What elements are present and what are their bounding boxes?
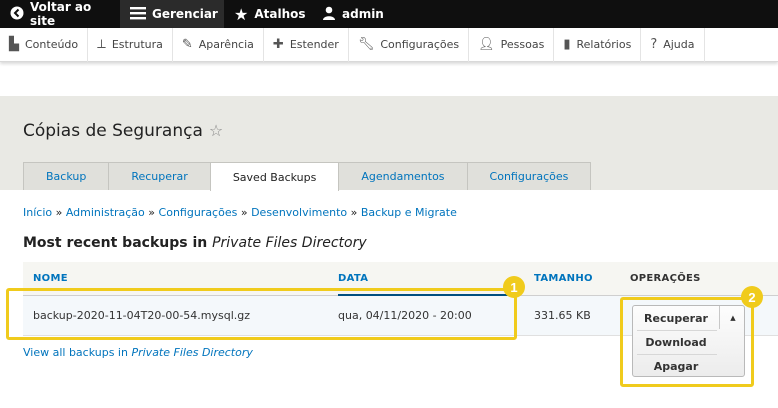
content-icon: ▙	[9, 37, 19, 52]
breadcrumb-link-configuracoes[interactable]: Configurações	[159, 206, 238, 219]
manage-tray-button[interactable]: Gerenciar	[120, 0, 224, 28]
user-tray-button[interactable]: admin	[312, 0, 392, 28]
shortcuts-tray-button[interactable]: ★ Atalhos	[224, 0, 312, 28]
tab-backup[interactable]: Backup	[23, 162, 110, 190]
tab-saved-backups[interactable]: Saved Backups	[209, 162, 340, 191]
back-to-site-link[interactable]: Voltar ao site	[0, 0, 120, 28]
callout-badge-2: 2	[741, 286, 763, 308]
column-header-nome[interactable]: NOME	[33, 273, 68, 284]
menu-item-estender[interactable]: ✚ Estender	[264, 27, 349, 62]
menu-icon	[130, 6, 146, 23]
menu-item-pessoas[interactable]: 👤︎ Pessoas	[469, 27, 555, 62]
backup-size: 331.65 KB	[534, 309, 591, 322]
tab-agendamentos[interactable]: Agendamentos	[338, 162, 468, 190]
column-header-operacoes: OPERAÇÕES	[630, 273, 701, 284]
back-circle-icon	[10, 6, 24, 23]
menu-item-ajuda[interactable]: ? Ajuda	[641, 27, 705, 62]
breadcrumb-link-inicio[interactable]: Início	[23, 206, 52, 219]
wrench-icon: 🔧︎	[357, 37, 375, 52]
shortcut-star-icon[interactable]: ☆	[209, 121, 223, 140]
page-title: Cópias de Segurança ☆	[23, 121, 224, 141]
people-icon: 👤︎	[478, 37, 495, 52]
appearance-icon: ✎	[181, 37, 193, 52]
breadcrumb-link-backup-migrate[interactable]: Backup e Migrate	[361, 206, 457, 219]
star-icon: ★	[234, 4, 249, 24]
extend-icon: ✚	[272, 37, 284, 52]
reports-icon: ▮	[563, 37, 571, 52]
primary-tabs: Backup Recuperar Saved Backups Agendamen…	[23, 162, 592, 191]
menu-item-estrutura[interactable]: ⟂ Estrutura	[88, 27, 173, 62]
tab-recuperar[interactable]: Recuperar	[108, 162, 211, 190]
menu-item-aparencia[interactable]: ✎ Aparência	[173, 27, 264, 62]
admin-toolbar: Voltar ao site Gerenciar ★ Atalhos admin	[0, 0, 778, 28]
highlight-box-1	[6, 288, 517, 340]
breadcrumb: Início » Administração » Configurações »…	[23, 206, 457, 219]
column-header-data[interactable]: DATA	[338, 273, 368, 284]
view-all-backups-link[interactable]: View all backups in Private Files Direct…	[23, 346, 253, 359]
highlight-box-2	[620, 297, 754, 387]
callout-badge-1: 1	[503, 276, 525, 298]
section-heading: Most recent backups in Private Files Dir…	[23, 235, 367, 251]
help-icon: ?	[650, 37, 658, 52]
user-icon	[322, 6, 336, 23]
menu-item-relatorios[interactable]: ▮ Relatórios	[554, 27, 642, 62]
breadcrumb-link-administracao[interactable]: Administração	[66, 206, 145, 219]
admin-menu-tray: ▙ Conteúdo ⟂ Estrutura ✎ Aparência ✚ Estende…	[0, 27, 778, 62]
tab-configuracoes[interactable]: Configurações	[466, 162, 592, 190]
structure-icon: ⟂	[97, 37, 106, 52]
breadcrumb-link-desenvolvimento[interactable]: Desenvolvimento	[251, 206, 347, 219]
menu-item-configuracoes[interactable]: 🔧︎ Configurações	[349, 27, 470, 62]
menu-item-conteudo[interactable]: ▙ Conteúdo	[0, 27, 89, 62]
column-header-tamanho[interactable]: TAMANHO	[534, 273, 593, 284]
